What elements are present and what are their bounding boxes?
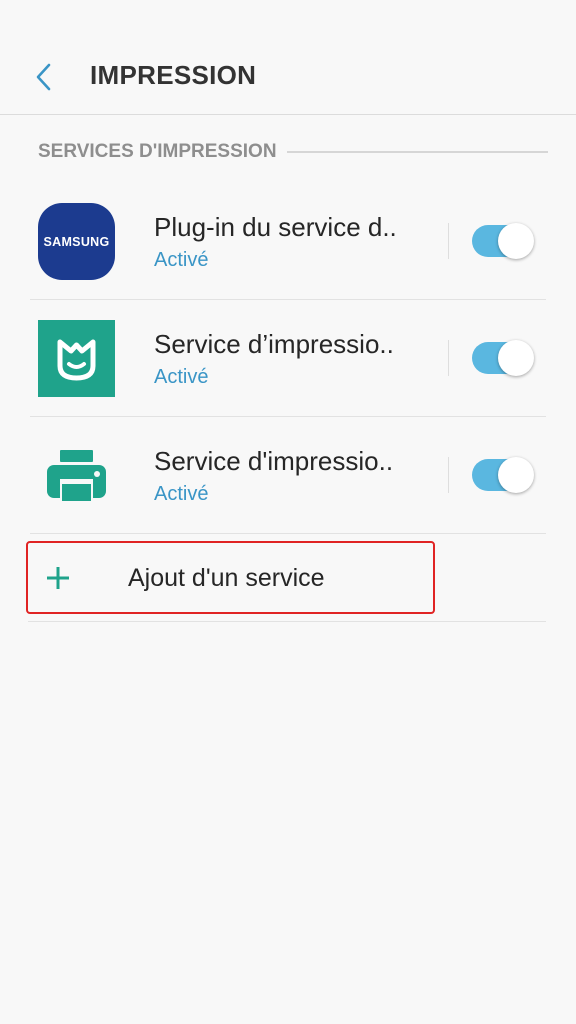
service-status: Activé <box>154 366 209 388</box>
section-divider <box>286 151 548 153</box>
add-service-label[interactable]: Ajout d'un service <box>128 564 325 593</box>
row-divider <box>448 340 449 376</box>
service-name: Service d’impressio.. <box>154 329 394 359</box>
toggle-thumb <box>498 457 534 493</box>
service-row-printer[interactable]: Service d'impressio.. Activé <box>30 417 546 534</box>
service-toggle[interactable] <box>472 457 534 493</box>
service-status: Activé <box>154 483 209 505</box>
printer-icon <box>38 437 115 514</box>
samsung-logo-icon: SAMSUNG <box>38 203 115 280</box>
app-bar: IMPRESSION <box>0 0 576 115</box>
samsung-logo-text: SAMSUNG <box>43 234 110 249</box>
toggle-thumb <box>498 340 534 376</box>
toggle-thumb <box>498 223 534 259</box>
section-header: SERVICES D'IMPRESSION <box>38 140 548 164</box>
service-row-mi[interactable]: Service d’impressio.. Activé <box>30 300 546 417</box>
service-name: Service d'impressio.. <box>154 446 394 476</box>
back-button[interactable] <box>26 57 62 97</box>
service-status: Activé <box>154 249 209 271</box>
service-toggle[interactable] <box>472 223 534 259</box>
mi-home-icon <box>38 320 115 397</box>
plus-icon <box>46 566 70 590</box>
service-name: Plug-in du service d.. <box>154 212 397 242</box>
row-divider <box>448 457 449 493</box>
chevron-left-icon <box>36 63 51 91</box>
service-row-samsung[interactable]: SAMSUNG Plug-in du service d.. Activé <box>30 183 546 300</box>
service-toggle[interactable] <box>472 340 534 376</box>
section-title: SERVICES D'IMPRESSION <box>38 141 277 162</box>
page-title: IMPRESSION <box>90 60 257 90</box>
row-divider <box>448 223 449 259</box>
